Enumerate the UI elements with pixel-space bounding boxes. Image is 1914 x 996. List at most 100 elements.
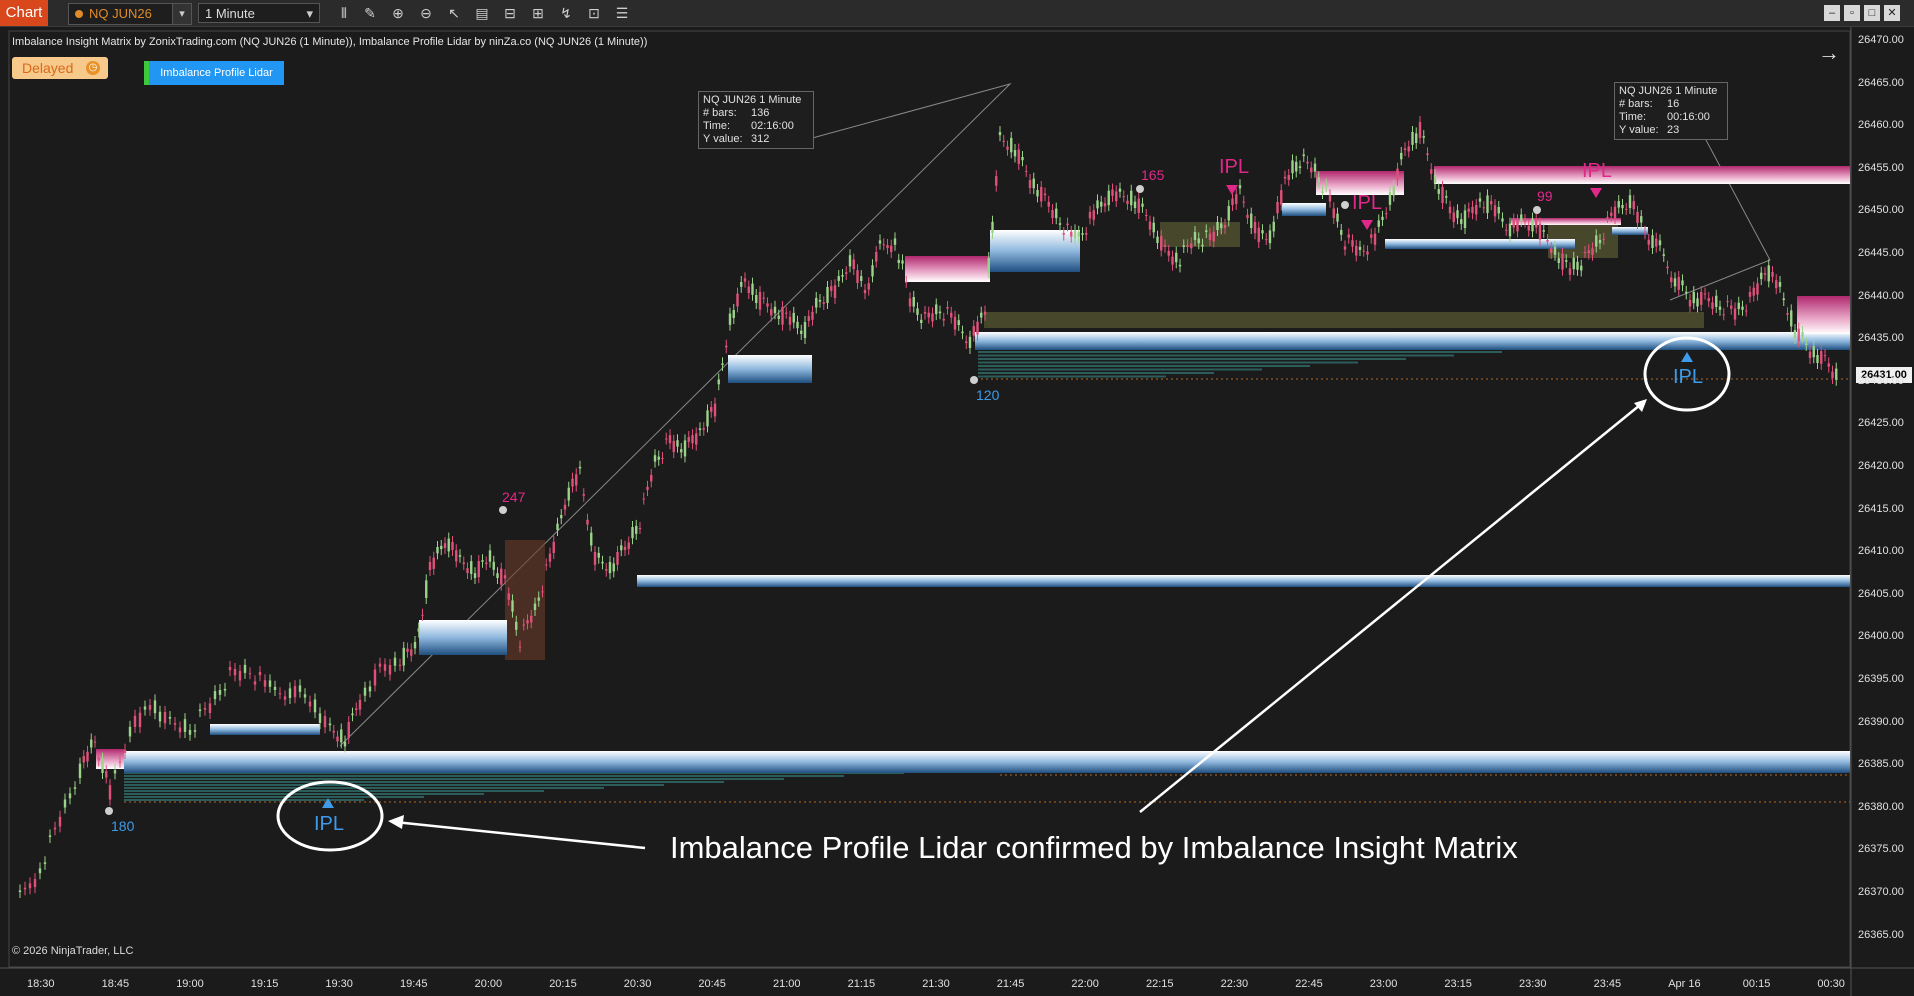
candle-body: [788, 316, 792, 325]
candle-body: [1456, 210, 1459, 219]
annotation-arrowhead: [1634, 399, 1647, 412]
bar-style-icon[interactable]: ⦀: [334, 4, 354, 22]
imbalance-profile-lidar-button[interactable]: Imbalance Profile Lidar: [144, 61, 284, 85]
maximize-icon[interactable]: □: [1864, 5, 1880, 21]
candle-body: [53, 827, 57, 830]
ipl-sell-label: IPL: [1219, 156, 1250, 178]
candle-body: [852, 259, 855, 270]
candle-body: [248, 673, 252, 675]
candle-body: [1358, 246, 1362, 250]
candle-body: [1550, 248, 1553, 253]
candle-body: [755, 295, 758, 303]
candle-body: [833, 285, 837, 298]
time-tick-label: 22:00: [1071, 978, 1099, 990]
candle-body: [1193, 232, 1197, 240]
candle-body: [897, 259, 900, 263]
candle-body: [893, 238, 897, 245]
candle-body: [1148, 221, 1152, 230]
candle-body: [123, 749, 127, 753]
candle-body: [1778, 282, 1782, 287]
candle-body: [1737, 302, 1740, 310]
candle-body: [1223, 224, 1227, 228]
indicators-icon[interactable]: ↯: [556, 4, 576, 22]
profile-band: [124, 796, 424, 798]
candle-body: [500, 568, 503, 585]
properties-icon[interactable]: ⊟: [500, 4, 520, 22]
candle-body: [340, 729, 343, 743]
candle-body: [537, 597, 540, 601]
candle-body: [1212, 231, 1215, 242]
candle-body: [1662, 254, 1665, 256]
candle-body: [78, 763, 82, 778]
candle-body: [1617, 201, 1620, 208]
candle-body: [830, 286, 833, 291]
time-tick-label: 21:15: [847, 978, 876, 990]
copyright-text: © 2026 NinjaTrader, LLC: [12, 945, 134, 957]
candle-body: [1460, 219, 1463, 224]
close-icon[interactable]: ✕: [1884, 5, 1900, 21]
instrument-dropdown-button[interactable]: ▾: [172, 3, 192, 25]
chart-tab[interactable]: Chart: [0, 0, 48, 26]
candle-body: [38, 868, 42, 874]
candle-body: [351, 713, 354, 716]
minimize-icon[interactable]: –: [1824, 5, 1840, 21]
candle-body: [488, 550, 492, 562]
candle-body: [916, 308, 919, 315]
candle-body: [1235, 194, 1238, 204]
candle-body: [402, 647, 405, 666]
candle-body: [1152, 222, 1155, 233]
candle-body: [1497, 207, 1500, 214]
candle-body: [1291, 160, 1294, 174]
strategies-icon[interactable]: ⊞: [528, 4, 548, 22]
candle-body: [1583, 252, 1587, 253]
price-tick-label: 26425.00: [1858, 417, 1904, 430]
candle-body: [545, 564, 548, 566]
candle-body: [163, 712, 167, 724]
candle-body: [698, 428, 702, 430]
more-icon[interactable]: ☰: [612, 4, 632, 22]
candle-body: [503, 575, 507, 579]
candle-body: [462, 562, 465, 565]
candle-body: [908, 298, 912, 307]
zoom-in-icon[interactable]: ⊕: [388, 4, 408, 22]
interval-selector[interactable]: 1 Minute ▾: [198, 3, 320, 23]
time-tick-label: 00:30: [1817, 978, 1845, 990]
candle-body: [1362, 250, 1365, 252]
candle-body: [1816, 355, 1819, 363]
candle-body: [63, 799, 67, 808]
candle-body: [1471, 206, 1474, 214]
zoom-out-icon[interactable]: ⊖: [416, 4, 436, 22]
candle-body: [183, 719, 187, 732]
pointer-icon[interactable]: ↖: [444, 4, 464, 22]
arrow-right-icon[interactable]: →: [1818, 40, 1840, 66]
candle-body: [1317, 177, 1320, 183]
time-tick-label: 19:30: [325, 978, 353, 990]
candle-body: [575, 474, 578, 486]
candle-body: [1160, 236, 1163, 251]
draw-icon[interactable]: ✎: [360, 4, 380, 22]
candle-body: [1756, 283, 1759, 295]
candle-body: [1231, 198, 1234, 205]
imbalance-zone-bullish: [210, 724, 320, 735]
candle-body: [278, 693, 282, 695]
profile-band: [124, 790, 544, 792]
data-box-icon[interactable]: ▤: [472, 4, 492, 22]
candle-body: [436, 547, 439, 554]
time-tick-label: 20:15: [549, 978, 577, 990]
restore-icon[interactable]: ▫: [1844, 5, 1860, 21]
candle-body: [785, 312, 788, 314]
candle-body: [961, 331, 964, 334]
candle-body: [1752, 287, 1755, 296]
candle-body: [905, 281, 908, 283]
candle-body: [470, 561, 473, 574]
candle-body: [1070, 231, 1073, 237]
candle-body: [432, 557, 435, 569]
candle-body: [440, 545, 443, 550]
templates-icon[interactable]: ⊡: [584, 4, 604, 22]
candle-body: [1677, 277, 1680, 290]
annotation-arrow: [1139, 404, 1641, 813]
candle-body: [796, 321, 799, 329]
candle-body: [355, 708, 358, 710]
candle-body: [770, 309, 773, 316]
candle-body: [1006, 146, 1009, 150]
